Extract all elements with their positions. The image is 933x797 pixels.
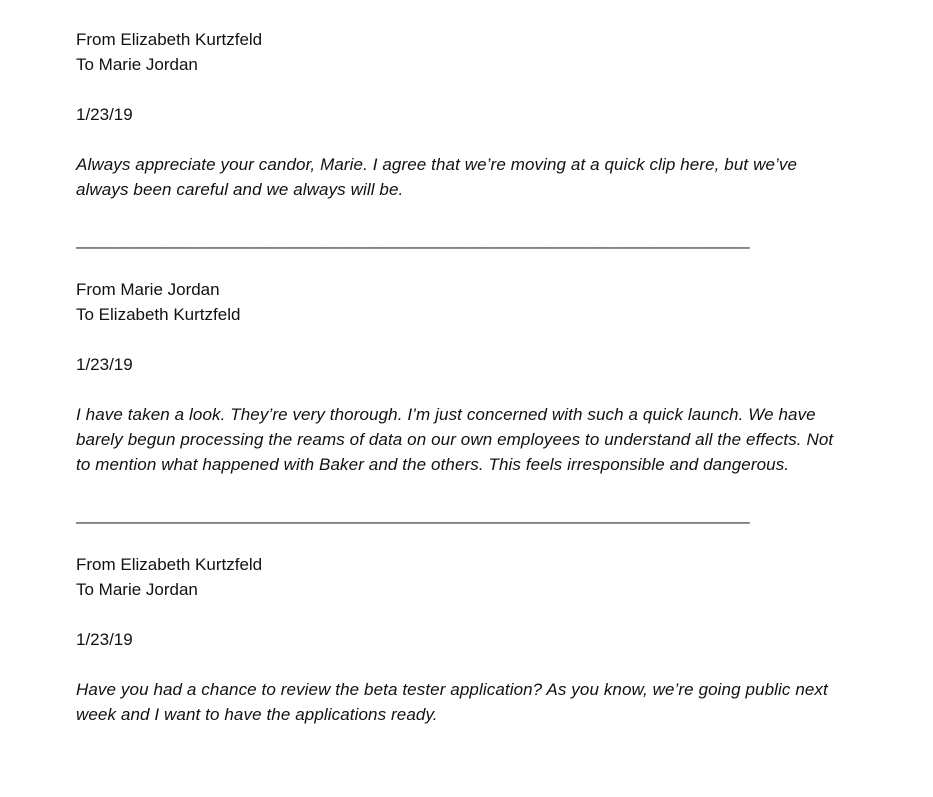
message-from: From Elizabeth Kurtzfeld bbox=[76, 30, 263, 49]
message-from: From Marie Jordan bbox=[76, 280, 220, 299]
message-divider: ________________________________________… bbox=[76, 505, 750, 524]
message-date: 1/23/19 bbox=[76, 355, 133, 374]
message-1: From Elizabeth Kurtzfeld To Marie Jordan… bbox=[76, 27, 851, 202]
message-from: From Elizabeth Kurtzfeld bbox=[76, 555, 263, 574]
message-2: From Marie Jordan To Elizabeth Kurtzfeld… bbox=[76, 277, 851, 477]
email-thread: From Elizabeth Kurtzfeld To Marie Jordan… bbox=[76, 27, 851, 727]
message-to: To Elizabeth Kurtzfeld bbox=[76, 305, 241, 324]
message-body: Have you had a chance to review the beta… bbox=[76, 680, 828, 724]
message-body: Always appreciate your candor, Marie. I … bbox=[76, 155, 798, 199]
message-date: 1/23/19 bbox=[76, 630, 133, 649]
message-date: 1/23/19 bbox=[76, 105, 133, 124]
message-to: To Marie Jordan bbox=[76, 580, 198, 599]
message-body: I have taken a look. They’re very thorou… bbox=[76, 405, 834, 474]
message-to: To Marie Jordan bbox=[76, 55, 198, 74]
message-3: From Elizabeth Kurtzfeld To Marie Jordan… bbox=[76, 552, 851, 727]
message-divider: ________________________________________… bbox=[76, 230, 750, 249]
